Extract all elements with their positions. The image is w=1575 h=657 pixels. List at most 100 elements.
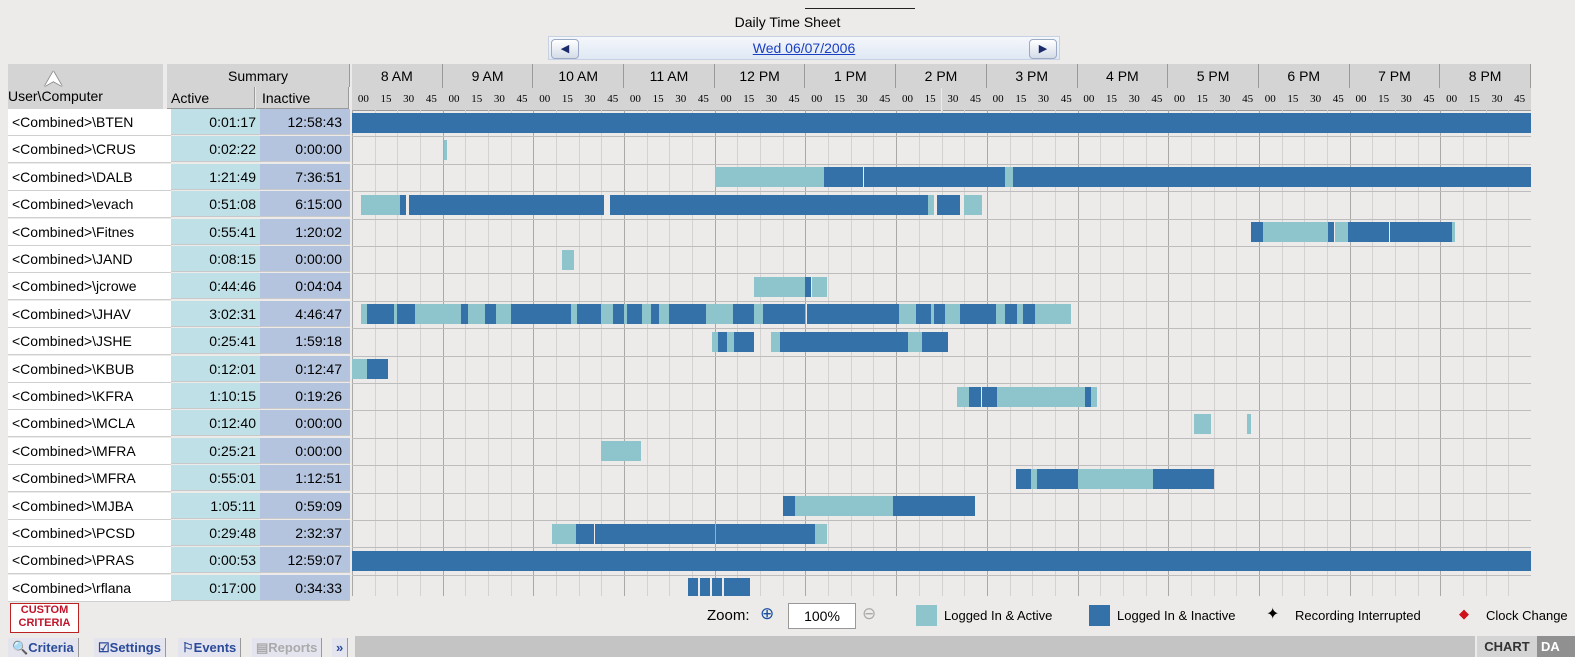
table-row[interactable]: <Combined>\MFRA 0:55:01 1:12:51 [8,465,350,493]
table-row[interactable]: <Combined>\MJBA 1:05:11 0:59:09 [8,492,350,520]
inactive-segment[interactable] [510,304,572,325]
active-segment[interactable] [1246,413,1252,434]
active-segment[interactable] [964,194,983,215]
active-segment[interactable] [997,386,1086,407]
table-row[interactable]: <Combined>\PRAS 0:00:53 12:59:07 [8,547,350,575]
active-segment[interactable] [444,139,448,160]
inactive-segment[interactable] [921,331,948,352]
active-column-header[interactable]: Active [167,87,255,109]
inactive-segment[interactable] [711,578,723,596]
inactive-segment[interactable] [893,496,975,517]
table-row[interactable]: <Combined>\DALB 1:21:49 7:36:51 [8,163,350,191]
active-segment[interactable] [352,359,368,380]
active-segment[interactable] [770,331,780,352]
inactive-segment[interactable] [352,550,1531,571]
inactive-segment[interactable] [716,523,815,544]
active-segment[interactable] [562,249,575,270]
inactive-segment[interactable] [723,578,750,596]
inactive-segment[interactable] [1153,468,1214,489]
inactive-segment[interactable] [669,304,706,325]
next-day-button[interactable]: ▶ [1029,39,1057,59]
inactive-segment[interactable] [968,386,981,407]
active-segment[interactable] [495,304,511,325]
inactive-column-header[interactable]: Inactive [256,87,349,109]
inactive-segment[interactable] [627,304,643,325]
active-segment[interactable] [995,304,1005,325]
table-row[interactable]: <Combined>\CRUS 0:02:22 0:00:00 [8,136,350,164]
inactive-segment[interactable] [1036,468,1078,489]
active-segment[interactable] [794,496,894,517]
table-row[interactable]: <Combined>\KBUB 0:12:01 0:12:47 [8,355,350,383]
tab-settings[interactable]: ☑Settings [94,638,166,657]
inactive-segment[interactable] [1023,304,1036,325]
active-segment[interactable] [468,304,485,325]
table-row[interactable]: <Combined>\JHAV 3:02:31 4:46:47 [8,300,350,328]
active-segment[interactable] [1004,167,1013,188]
inactive-segment[interactable] [806,304,900,325]
inactive-segment[interactable] [610,194,928,215]
inactive-segment[interactable] [763,304,806,325]
active-segment[interactable] [1077,468,1154,489]
active-segment[interactable] [927,194,934,215]
active-segment[interactable] [601,304,614,325]
inactive-segment[interactable] [352,112,1531,133]
tab-criteria[interactable]: 🔍Criteria [8,638,79,657]
active-segment[interactable] [705,304,733,325]
custom-criteria-button[interactable]: CUSTOM CRITERIA [10,603,79,633]
table-row[interactable]: <Combined>\evach 0:51:08 6:15:00 [8,191,350,219]
inactive-segment[interactable] [779,331,909,352]
inactive-segment[interactable] [717,331,727,352]
inactive-segment[interactable] [577,304,602,325]
inactive-segment[interactable] [400,194,407,215]
active-segment[interactable] [754,276,806,297]
active-segment[interactable] [754,304,764,325]
zoom-out-icon[interactable]: ⊖ [862,604,876,624]
inactive-segment[interactable] [699,578,711,596]
inactive-segment[interactable] [1004,304,1018,325]
active-segment[interactable] [814,523,827,544]
inactive-segment[interactable] [409,194,605,215]
inactive-segment[interactable] [1348,222,1389,243]
inactive-segment[interactable] [613,304,625,325]
active-segment[interactable] [1334,222,1349,243]
table-row[interactable]: <Combined>\BTEN 0:01:17 12:58:43 [8,109,350,136]
inactive-segment[interactable] [397,304,416,325]
active-segment[interactable] [601,441,641,462]
tab-events[interactable]: ⚐Events [178,638,242,657]
active-segment[interactable] [811,276,827,297]
inactive-segment[interactable] [485,304,496,325]
table-row[interactable]: <Combined>\KFRA 1:10:15 0:19:26 [8,383,350,410]
active-segment[interactable] [944,304,960,325]
inactive-segment[interactable] [823,167,863,188]
active-segment[interactable] [551,523,576,544]
table-row[interactable]: <Combined>\Fitnes 0:55:41 1:20:02 [8,218,350,246]
inactive-segment[interactable] [1251,222,1264,243]
inactive-segment[interactable] [1012,167,1531,188]
inactive-segment[interactable] [1015,468,1031,489]
table-row[interactable]: <Combined>\JAND 0:08:15 0:00:00 [8,246,350,273]
user-column-header[interactable]: User\Computer [8,64,164,110]
inactive-segment[interactable] [460,304,469,325]
inactive-segment[interactable] [651,304,659,325]
inactive-segment[interactable] [687,578,699,596]
table-row[interactable]: <Combined>\JSHE 0:25:41 1:59:18 [8,328,350,356]
current-date-link[interactable]: Wed 06/07/2006 [549,40,1059,56]
inactive-segment[interactable] [936,194,960,215]
inactive-segment[interactable] [367,304,395,325]
zoom-in-icon[interactable]: ⊕ [760,604,774,624]
active-segment[interactable] [361,194,401,215]
inactive-segment[interactable] [1390,222,1453,243]
active-segment[interactable] [899,304,916,325]
active-segment[interactable] [1193,413,1211,434]
active-segment[interactable] [956,386,969,407]
tab-chart[interactable]: CHART [1477,636,1537,657]
inactive-segment[interactable] [982,386,998,407]
inactive-segment[interactable] [595,523,715,544]
tab-more-button[interactable]: » [332,638,349,657]
active-segment[interactable] [714,167,824,188]
inactive-segment[interactable] [864,167,1005,188]
active-segment[interactable] [1091,386,1098,407]
inactive-segment[interactable] [933,304,945,325]
active-segment[interactable] [1452,222,1456,243]
inactive-segment[interactable] [734,331,755,352]
